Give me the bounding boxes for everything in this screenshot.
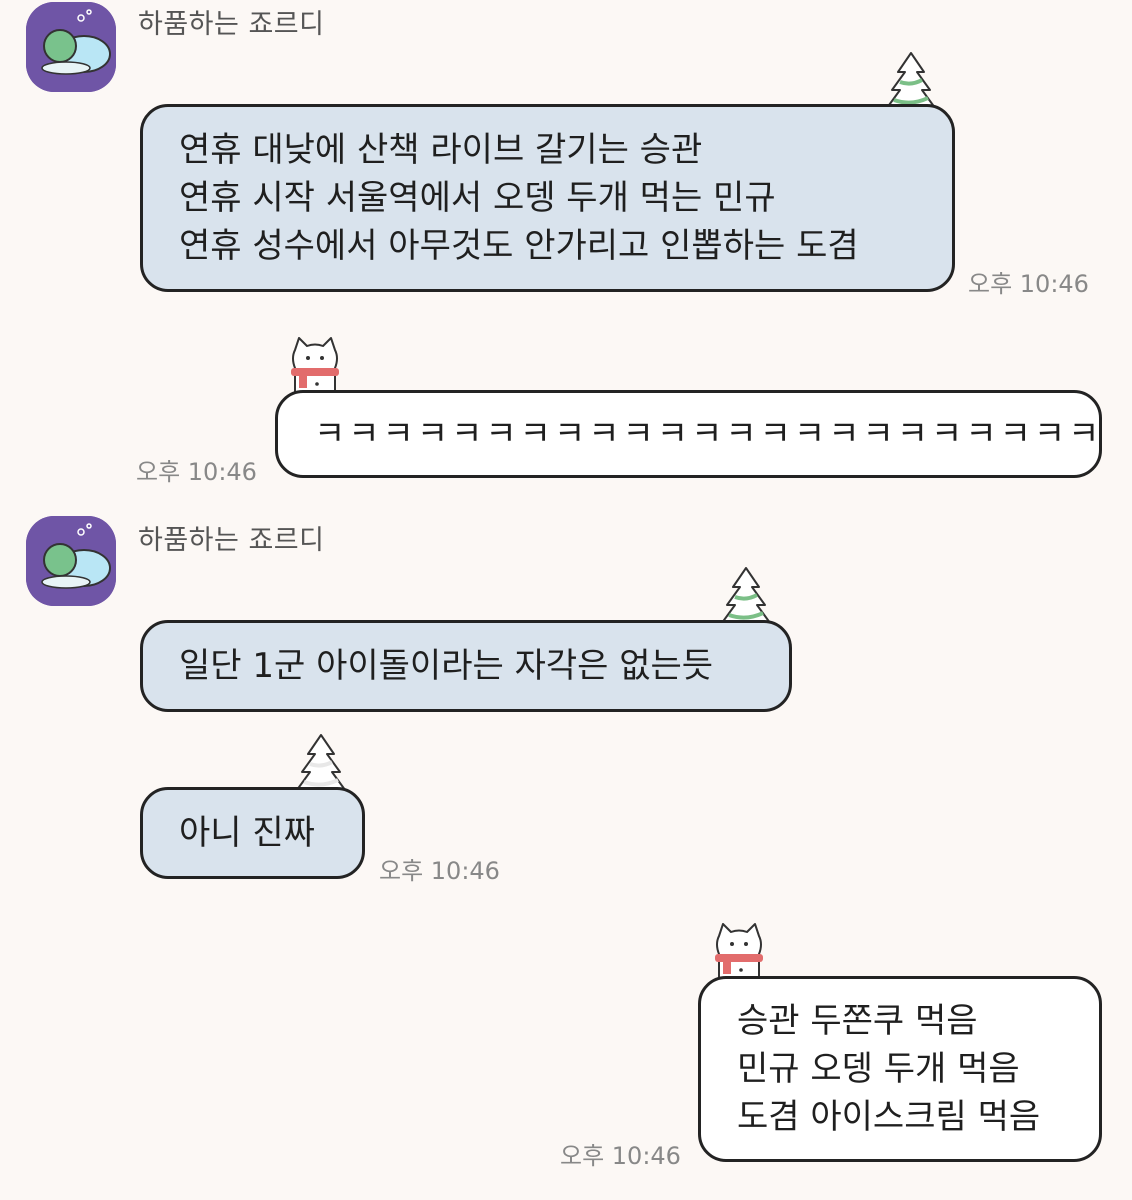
message-text: 연휴 대낮에 산책 라이브 갈기는 승관 [179, 130, 703, 170]
sender-name: 하품하는 죠르디 [138, 9, 325, 40]
message-timestamp: 오후 10:46 [136, 458, 257, 486]
message-text: 아니 진짜 [179, 813, 315, 853]
message-text: 민규 오뎅 두개 먹음 [737, 1049, 1020, 1089]
message-bubble[interactable]: 연휴 대낮에 산책 라이브 갈기는 승관 연휴 시작 서울역에서 오뎅 두개 먹… [140, 104, 955, 292]
message-timestamp: 오후 10:46 [379, 857, 500, 885]
jordy-sleeping-icon [26, 516, 116, 606]
message-timestamp: 오후 10:46 [968, 270, 1089, 298]
message-timestamp: 오후 10:46 [560, 1142, 681, 1170]
message-text: 일단 1군 아이돌이라는 자각은 없는듯 [179, 646, 714, 686]
jordy-sleeping-icon [26, 2, 116, 92]
sender-name: 하품하는 죠르디 [138, 525, 325, 556]
message-text: 연휴 시작 서울역에서 오뎅 두개 먹는 민규 [179, 178, 776, 218]
message-text: 연휴 성수에서 아무것도 안가리고 인뽑하는 도겸 [179, 226, 859, 266]
avatar[interactable] [26, 516, 116, 606]
message-text: ㅋㅋㅋㅋㅋㅋㅋㅋㅋㅋㅋㅋㅋㅋㅋㅋㅋㅋㅋㅋㅋㅋㅋ [314, 414, 1103, 454]
message-bubble[interactable]: ㅋㅋㅋㅋㅋㅋㅋㅋㅋㅋㅋㅋㅋㅋㅋㅋㅋㅋㅋㅋㅋㅋㅋ [275, 390, 1102, 478]
message-text: 승관 두쫀쿠 먹음 [737, 1001, 978, 1041]
avatar[interactable] [26, 2, 116, 92]
snowman-cat-icon [711, 922, 767, 982]
message-bubble[interactable]: 아니 진짜 [140, 787, 365, 879]
message-bubble[interactable]: 일단 1군 아이돌이라는 자각은 없는듯 [140, 620, 792, 712]
snowman-cat-icon [287, 336, 343, 396]
message-text: 도겸 아이스크림 먹음 [737, 1097, 1041, 1137]
message-bubble[interactable]: 승관 두쫀쿠 먹음 민규 오뎅 두개 먹음 도겸 아이스크림 먹음 [698, 976, 1102, 1162]
